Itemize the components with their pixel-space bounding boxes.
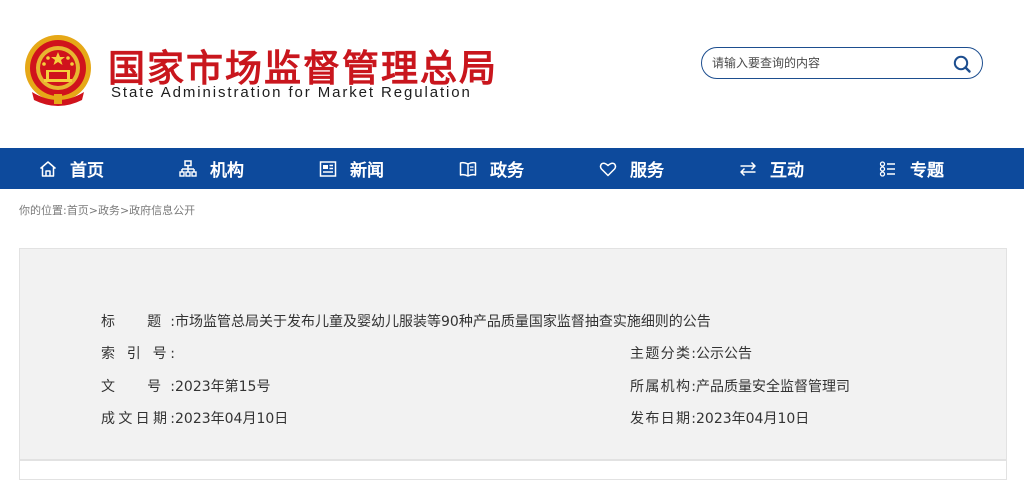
nav-item-label: 首页: [70, 161, 104, 181]
nav-item-label: 专题: [910, 161, 944, 181]
info-row-written-date: 成文日期:2023年04月10日: [101, 408, 288, 428]
search-box: [701, 47, 983, 79]
search-input[interactable]: [712, 54, 940, 72]
info-label: 发布日期:: [630, 411, 696, 427]
nav-item-label: 政务: [490, 161, 524, 181]
breadcrumb-link-affairs[interactable]: 政务: [98, 204, 120, 217]
info-row-publish-date: 发布日期:2023年04月10日: [630, 408, 809, 428]
org-chart-icon: [179, 159, 197, 177]
info-value-agency: 产品质量安全监督管理司: [696, 379, 850, 395]
info-label: 主题分类:: [630, 346, 696, 362]
nav-item-services[interactable]: 服务: [598, 148, 664, 189]
list-icon: [879, 160, 895, 177]
article-content-panel: [19, 460, 1007, 480]
nav-item-label: 服务: [630, 161, 664, 181]
info-label: 所属机构:: [630, 379, 696, 395]
search-icon[interactable]: [952, 54, 972, 74]
info-label: 成文日期:: [101, 411, 175, 427]
nav-item-topics[interactable]: 专题: [878, 148, 944, 189]
info-row-index-no: 索 引 号:: [101, 343, 175, 363]
info-value-topic: 公示公告: [696, 346, 752, 362]
info-label: 文 号:: [101, 379, 175, 395]
nav-item-organization[interactable]: 机构: [178, 148, 244, 189]
main-nav: 首页 机构 新闻 政务 服务 互动 专题: [0, 148, 1024, 189]
nav-item-label: 互动: [770, 161, 804, 181]
nav-item-label: 新闻: [350, 161, 384, 181]
site-title-en: State Administration for Market Regulati…: [111, 84, 472, 101]
breadcrumb: 你的位置:首页>政务>政府信息公开: [19, 202, 195, 218]
info-label: 标 题:: [101, 314, 175, 330]
site-header: 国家市场监督管理总局 State Administration for Mark…: [0, 0, 1024, 148]
nav-item-interaction[interactable]: 互动: [738, 148, 804, 189]
info-label: 索 引 号:: [101, 346, 175, 362]
info-row-agency: 所属机构:产品质量安全监督管理司: [630, 376, 850, 396]
nav-item-label: 机构: [210, 161, 244, 181]
breadcrumb-separator: >: [119, 204, 130, 217]
nav-item-government-affairs[interactable]: 政务: [458, 148, 524, 189]
info-value-written-date: 2023年04月10日: [175, 411, 289, 427]
heart-icon: [599, 162, 617, 176]
newspaper-icon: [319, 160, 337, 177]
breadcrumb-prefix: 你的位置:: [19, 204, 67, 217]
info-value-title: 市场监管总局关于发布儿童及婴幼儿服装等90种产品质量国家监督抽查实施细则的公告: [175, 314, 711, 330]
exchange-icon: [740, 161, 756, 176]
info-value-publish-date: 2023年04月10日: [696, 411, 810, 427]
breadcrumb-link-home[interactable]: 首页: [67, 204, 89, 217]
breadcrumb-link-info-disclosure[interactable]: 政府信息公开: [129, 204, 195, 217]
info-value-doc-no: 2023年第15号: [175, 379, 271, 395]
breadcrumb-separator: >: [88, 204, 98, 217]
info-row-topic: 主题分类:公示公告: [630, 343, 752, 363]
home-icon: [40, 160, 56, 177]
national-emblem-icon: [25, 35, 91, 106]
info-row-title: 标 题:市场监管总局关于发布儿童及婴幼儿服装等90种产品质量国家监督抽查实施细则…: [101, 311, 711, 331]
nav-item-news[interactable]: 新闻: [318, 148, 384, 189]
book-icon: [459, 161, 477, 177]
info-row-doc-no: 文 号:2023年第15号: [101, 376, 270, 396]
nav-item-home[interactable]: 首页: [38, 148, 104, 189]
